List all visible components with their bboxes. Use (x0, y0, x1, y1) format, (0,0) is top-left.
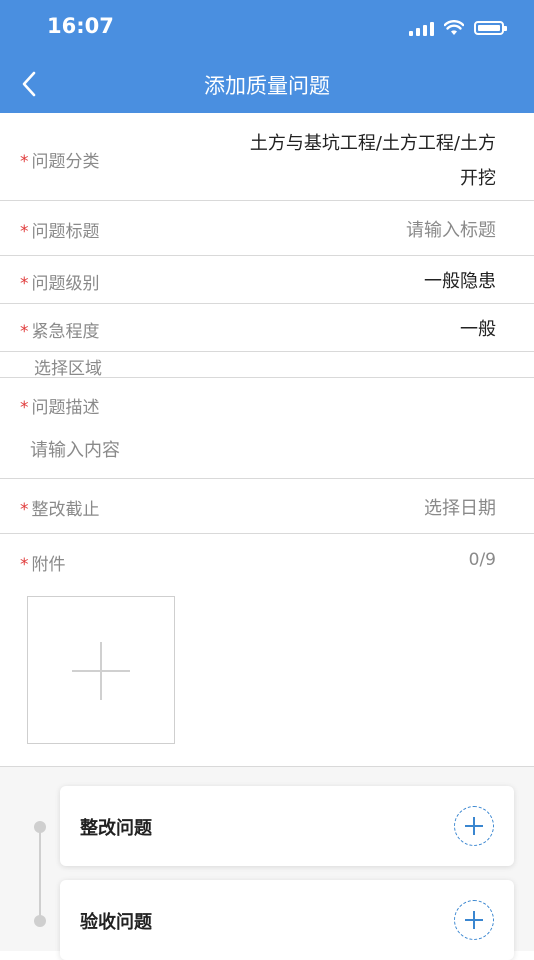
deadline-row[interactable]: * 整改截止 选择日期 (0, 478, 534, 534)
timeline-dot (34, 915, 46, 927)
status-time: 16:07 (47, 14, 114, 38)
level-label: 问题级别 (31, 274, 100, 294)
add-acceptance-button[interactable] (454, 900, 494, 940)
title-input[interactable]: 请输入标题 (406, 216, 496, 242)
area-label: 选择区域 (34, 359, 102, 379)
deadline-picker[interactable]: 选择日期 (424, 494, 496, 520)
level-row[interactable]: * 问题级别 一般隐患 (0, 255, 534, 304)
timeline-dot (34, 821, 46, 833)
urgency-row[interactable]: * 紧急程度 一般 (0, 303, 534, 352)
category-value-line1: 土方与基坑工程/土方工程/土方 (249, 133, 496, 154)
signal-icon (409, 20, 434, 36)
required-mark: * (20, 152, 29, 172)
step-title: 验收问题 (80, 912, 152, 933)
required-mark: * (20, 274, 29, 294)
title-label: 问题标题 (31, 222, 100, 242)
attachment-count: 0/9 (468, 550, 496, 570)
description-label: 问题描述 (31, 398, 100, 418)
step-card-acceptance[interactable]: 验收问题 (60, 880, 514, 960)
status-icons (409, 18, 507, 38)
wifi-icon (444, 20, 464, 35)
add-attachment-button[interactable] (27, 596, 175, 744)
required-mark: * (20, 322, 29, 342)
deadline-label: 整改截止 (31, 500, 100, 520)
battery-icon (474, 21, 507, 35)
urgency-value: 一般 (460, 319, 496, 340)
required-mark: * (20, 398, 29, 418)
timeline-line (39, 826, 41, 921)
title-row[interactable]: * 问题标题 请输入标题 (0, 200, 534, 256)
page-title: 添加质量问题 (204, 74, 330, 98)
category-label: 问题分类 (31, 152, 100, 172)
category-value-line2: 开挖 (460, 168, 496, 189)
required-mark: * (20, 222, 29, 242)
required-mark: * (20, 500, 29, 520)
attachment-label: 附件 (31, 555, 66, 575)
level-value: 一般隐患 (424, 271, 496, 292)
step-card-rectify[interactable]: 整改问题 (60, 786, 514, 866)
category-row[interactable]: * 问题分类 土方与基坑工程/土方工程/土方 开挖 (0, 113, 534, 201)
required-mark: * (20, 555, 29, 575)
nav-header: 16:07 添加质量问题 (0, 0, 534, 113)
add-rectify-button[interactable] (454, 806, 494, 846)
description-input[interactable]: 请输入内容 (30, 436, 120, 462)
description-row: * 问题描述 请输入内容 (0, 377, 534, 479)
step-title: 整改问题 (80, 818, 152, 839)
area-row[interactable]: 选择区域 (0, 351, 534, 379)
urgency-label: 紧急程度 (31, 322, 100, 342)
